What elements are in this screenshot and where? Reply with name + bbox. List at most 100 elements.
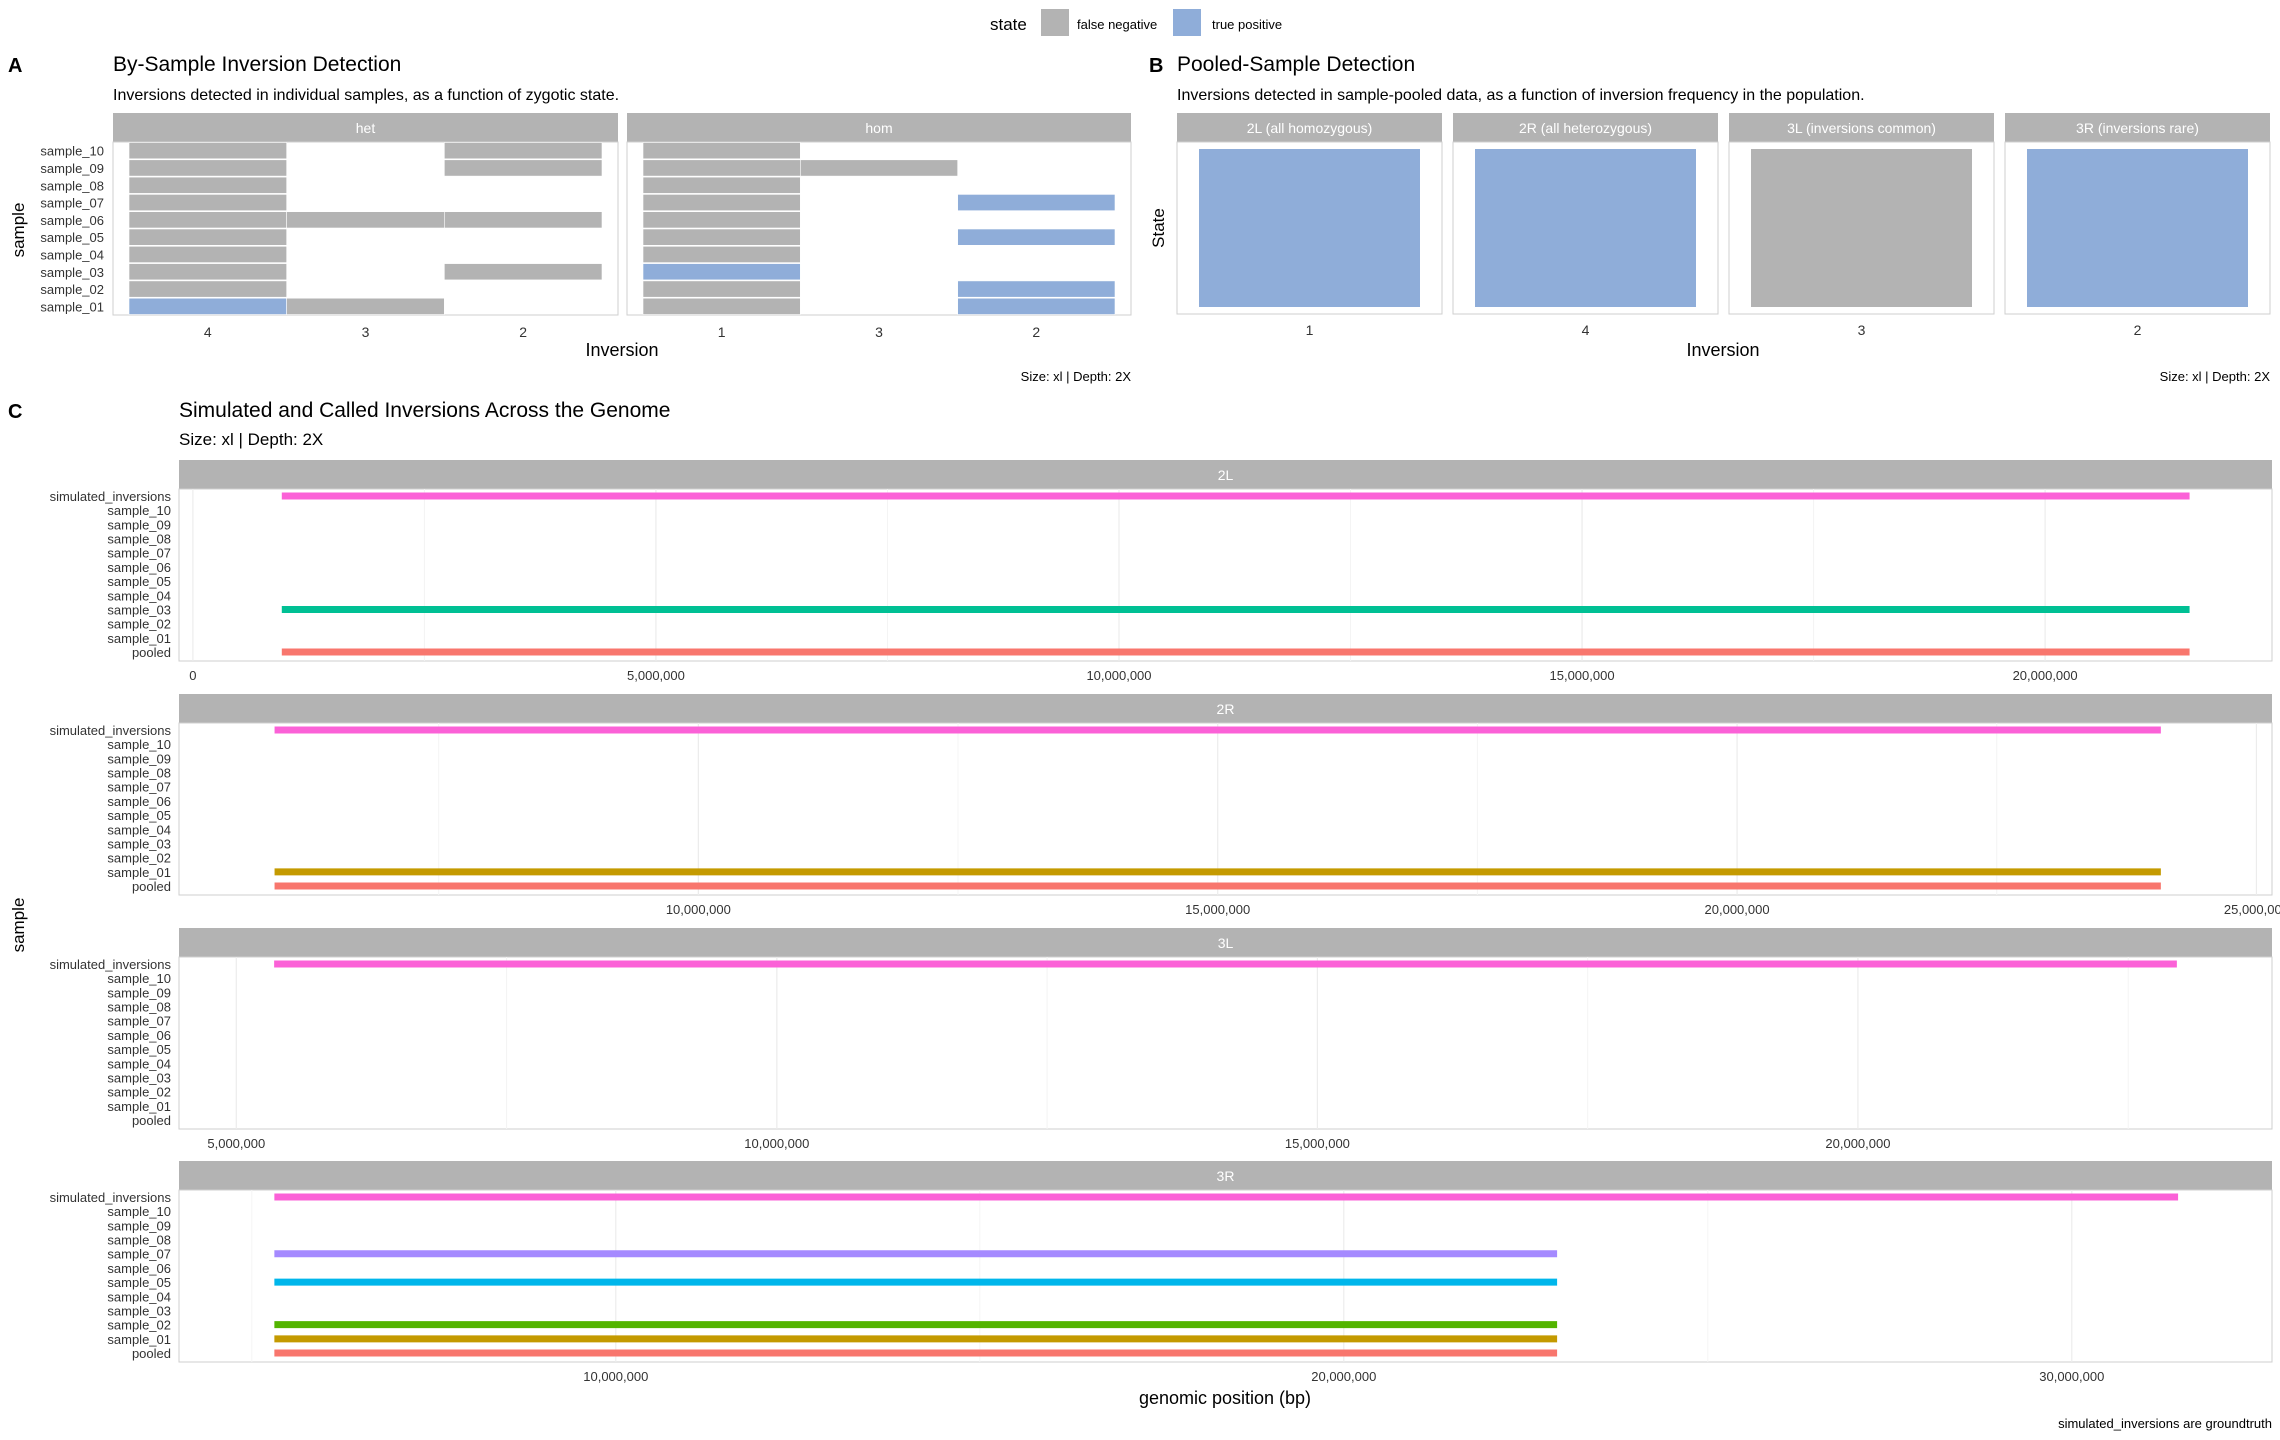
panel-c-ylabel: sample	[9, 898, 28, 953]
y-tick-label: sample_04	[107, 822, 171, 837]
x-tick-label: 4	[1582, 322, 1590, 338]
panel-b-subtitle: Inversions detected in sample-pooled dat…	[1177, 87, 1865, 104]
panel-b-ylabel: State	[1149, 208, 1168, 248]
x-tick-label: 25,000,000	[2224, 902, 2280, 917]
heatmap-cell	[642, 176, 801, 194]
y-tick-label: sample_10	[107, 971, 171, 986]
heatmap-cell	[642, 194, 801, 211]
panel-b-tag: B	[1149, 55, 1163, 77]
y-tick-label: sample_10	[107, 737, 171, 752]
y-tick-label: sample_08	[40, 178, 104, 193]
facet-strip-label: hom	[865, 120, 892, 136]
y-tick-label: sample_08	[107, 532, 171, 547]
y-tick-label: sample_06	[40, 213, 104, 228]
panel-frame	[178, 488, 2273, 662]
facet-strip-label: 3L (inversions common)	[1787, 120, 1936, 136]
y-tick-label: sample_09	[107, 751, 171, 766]
y-tick-label: pooled	[132, 1113, 171, 1128]
panel-c-title: Simulated and Called Inversions Across t…	[179, 399, 670, 422]
heatmap-cell	[128, 280, 287, 298]
x-tick-label: 10,000,000	[583, 1369, 648, 1384]
panel-c-tag: C	[8, 401, 22, 423]
x-tick-label: 30,000,000	[2039, 1369, 2104, 1384]
facet-strip-label: 2L	[1218, 467, 1234, 483]
y-tick-label: simulated_inversions	[50, 957, 172, 972]
heatmap-cell	[286, 211, 445, 229]
x-tick-label: 3	[362, 324, 370, 340]
heatmap-cell	[642, 211, 801, 229]
y-tick-label: sample_06	[107, 1261, 171, 1276]
heatmap-cell	[642, 142, 801, 160]
y-tick-label: sample_01	[107, 1099, 171, 1114]
x-tick-label: 3	[1858, 322, 1866, 338]
x-tick-label: 20,000,000	[1311, 1369, 1376, 1384]
panel-b-xlabel: Inversion	[1686, 340, 1759, 360]
x-tick-label: 15,000,000	[1285, 1136, 1350, 1151]
heatmap-cell	[128, 228, 287, 246]
x-tick-label: 15,000,000	[1550, 668, 1615, 683]
y-tick-label: sample_02	[107, 1318, 171, 1333]
facet-strip-label: 2R	[1217, 701, 1235, 717]
heatmap-cell	[642, 246, 801, 263]
heatmap-cell	[286, 297, 445, 315]
panel-b-caption: Size: xl | Depth: 2X	[2160, 369, 2271, 384]
x-tick-label: 20,000,000	[1825, 1136, 1890, 1151]
y-tick-label: sample_05	[107, 808, 171, 823]
legend-swatch-false-negative	[1041, 9, 1069, 36]
legend-label-false-negative: false negative	[1077, 17, 1157, 32]
heatmap-cell	[128, 159, 287, 177]
legend-title: state	[990, 15, 1027, 34]
y-tick-label: sample_06	[107, 1028, 171, 1043]
facet-strip-label: 3R (inversions rare)	[2076, 120, 2199, 136]
facet-strip-label: 3L	[1218, 935, 1234, 951]
panel-a-tag: A	[8, 55, 22, 77]
y-tick-label: pooled	[132, 1346, 171, 1361]
y-tick-label: sample_08	[107, 1233, 171, 1248]
y-tick-label: sample_07	[107, 1014, 171, 1029]
heatmap-cell	[957, 228, 1116, 246]
heatmap-cell	[642, 297, 801, 315]
heatmap-cell	[128, 211, 287, 229]
heatmap-cell	[444, 142, 603, 160]
y-tick-label: sample_04	[107, 1056, 171, 1071]
y-tick-label: sample_03	[40, 265, 104, 280]
legend-label-true-positive: true positive	[1212, 17, 1282, 32]
y-tick-label: sample_07	[107, 780, 171, 795]
heatmap-cell	[957, 194, 1116, 211]
facet-strip-label: 3R	[1217, 1168, 1235, 1184]
heatmap-cell	[128, 142, 287, 160]
heatmap-cell	[128, 194, 287, 211]
state-bar	[1475, 149, 1696, 307]
y-tick-label: sample_01	[40, 299, 104, 314]
x-tick-label: 20,000,000	[2013, 668, 2078, 683]
heatmap-cell	[800, 159, 958, 177]
y-tick-label: sample_02	[40, 282, 104, 297]
x-tick-label: 3	[875, 324, 883, 340]
y-tick-label: sample_07	[40, 196, 104, 211]
x-tick-label: 1	[1306, 322, 1314, 338]
y-tick-label: sample_02	[107, 1085, 171, 1100]
state-bar	[1751, 149, 1972, 307]
y-tick-label: sample_08	[107, 766, 171, 781]
y-tick-label: sample_01	[107, 631, 171, 646]
x-tick-label: 10,000,000	[1086, 668, 1151, 683]
panel-a-title: By-Sample Inversion Detection	[113, 53, 401, 76]
heatmap-cell	[642, 159, 801, 177]
x-tick-label: 0	[189, 668, 196, 683]
heatmap-cell	[642, 228, 801, 246]
y-tick-label: simulated_inversions	[50, 723, 172, 738]
y-tick-label: sample_05	[107, 1275, 171, 1290]
x-tick-label: 5,000,000	[627, 668, 685, 683]
figure-canvas: state false negative true positive A By-…	[8, 9, 2280, 1431]
state-bar	[2027, 149, 2248, 307]
panel-a-ylabel: sample	[9, 203, 28, 258]
panel-a-caption: Size: xl | Depth: 2X	[1021, 369, 1132, 384]
y-tick-label: sample_04	[107, 588, 171, 603]
y-tick-label: simulated_inversions	[50, 489, 172, 504]
y-tick-label: sample_03	[107, 602, 171, 617]
y-tick-label: pooled	[132, 879, 171, 894]
y-tick-label: sample_03	[107, 836, 171, 851]
x-tick-label: 2	[1032, 324, 1040, 340]
y-tick-label: sample_07	[107, 546, 171, 561]
heatmap-cell	[128, 176, 287, 194]
